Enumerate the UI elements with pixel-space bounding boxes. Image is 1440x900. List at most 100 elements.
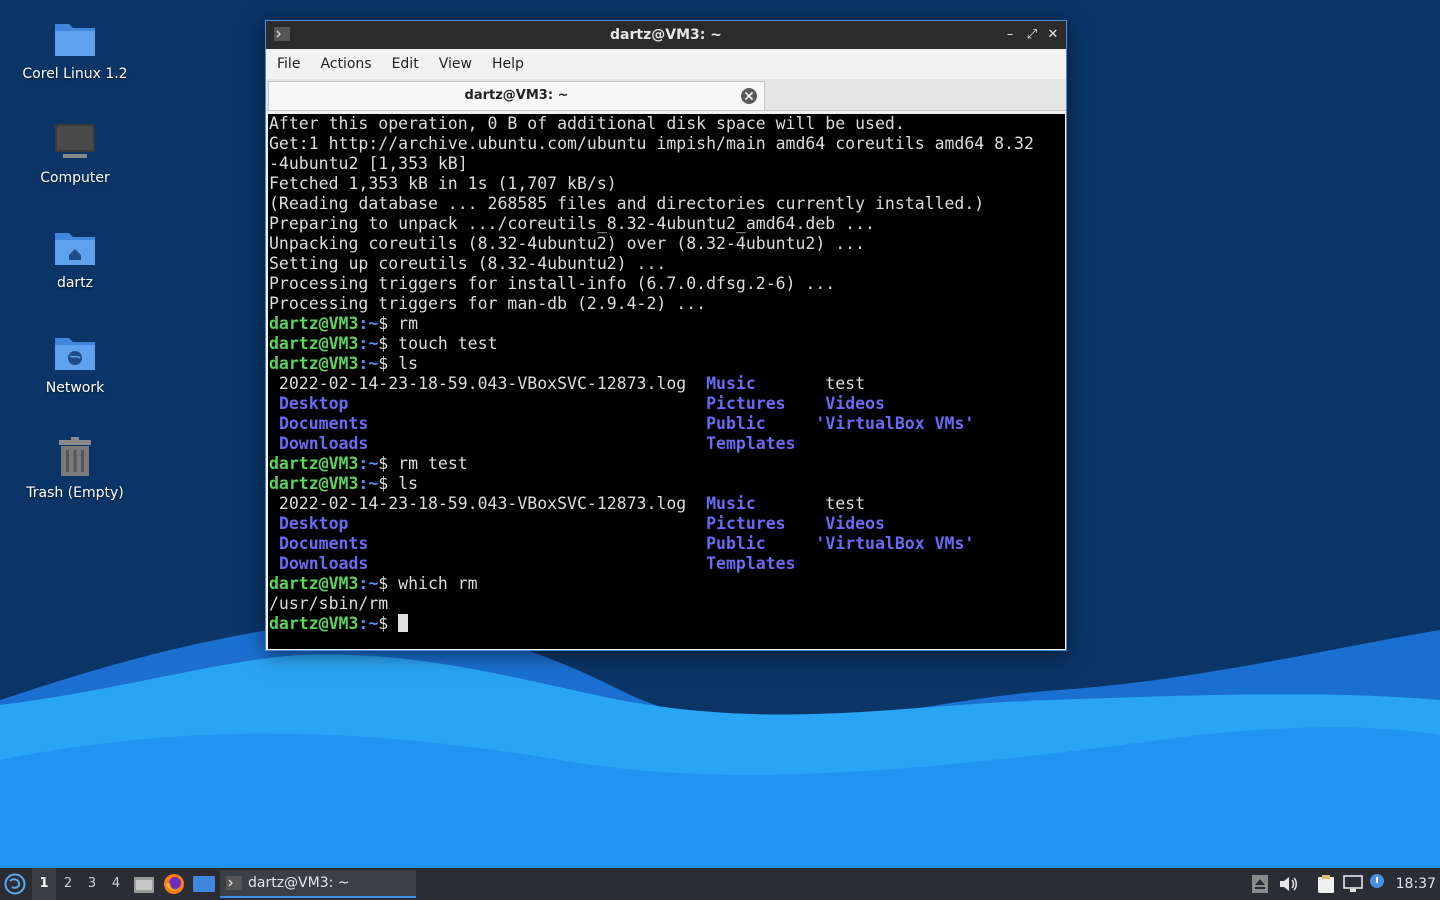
eject-icon[interactable] [1252, 875, 1268, 893]
firefox-icon[interactable] [163, 873, 185, 895]
terminal-text: Pictures [706, 394, 786, 413]
terminal-text: dartz@VM3 [269, 354, 359, 373]
desktop-icon-label: dartz [56, 275, 94, 291]
terminal-line: dartz@VM3:~$ rm test [269, 454, 1065, 474]
terminal-text: Downloads [278, 554, 369, 573]
terminal-line: Downloads Templates [269, 434, 1065, 454]
terminal-line: /usr/sbin/rm [269, 594, 1065, 614]
terminal-text: Documents [278, 534, 369, 553]
terminal-text: :~ [358, 614, 379, 633]
terminal-text: Documents [278, 414, 369, 433]
desktop-icon-label: Computer [40, 170, 110, 186]
terminal-text: Preparing to unpack .../coreutils_8.32-4… [269, 214, 875, 233]
terminal-text: $ ls [378, 474, 419, 493]
terminal-text: Public [706, 414, 766, 433]
desktop-icon-computer[interactable]: Computer [15, 120, 135, 186]
terminal-text: :~ [358, 314, 379, 333]
terminal-line: Fetched 1,353 kB in 1s (1,707 kB/s) [269, 174, 1065, 194]
start-menu-icon[interactable] [4, 873, 26, 895]
workspace-2[interactable]: 2 [56, 868, 80, 900]
terminal-line: dartz@VM3:~$ rm [269, 314, 1065, 334]
terminal-text: :~ [358, 334, 379, 353]
desktop-icon-corel-linux[interactable]: Corel Linux 1.2 [15, 16, 135, 82]
workspace-4[interactable]: 4 [104, 868, 128, 900]
menu-bar: File Actions Edit View Help [266, 49, 1066, 79]
show-desktop-icon[interactable] [193, 875, 215, 893]
terminal-line: -4ubuntu2 [1,353 kB] [269, 154, 1065, 174]
terminal-text: :~ [358, 474, 379, 493]
minimize-button[interactable]: – [1000, 21, 1020, 49]
terminal-line: 2022-02-14-23-18-59.043-VBoxSVC-12873.lo… [269, 494, 1065, 514]
desktop-icon-network[interactable]: Network [15, 330, 135, 396]
terminal-text: dartz@VM3 [269, 574, 359, 593]
menu-actions[interactable]: Actions [313, 49, 378, 79]
notification-icon[interactable] [1369, 873, 1385, 889]
desktop-icon-trash[interactable]: Trash (Empty) [15, 435, 135, 501]
menu-edit[interactable]: Edit [385, 49, 426, 79]
terminal-text: $ touch test [378, 334, 498, 353]
terminal-line: dartz@VM3:~$ touch test [269, 334, 1065, 354]
workspace-1[interactable]: 1 [32, 868, 56, 900]
folder-icon [55, 24, 95, 56]
terminal-text: Unpacking coreutils (8.32-4ubuntu2) over… [269, 234, 866, 253]
terminal-text: test [755, 374, 866, 393]
terminal-text: /usr/sbin/rm [269, 594, 389, 613]
terminal-line: Desktop Pictures Videos [269, 394, 1065, 414]
close-button[interactable]: ✕ [1043, 21, 1063, 49]
network-status-icon[interactable] [1343, 875, 1363, 893]
terminal-line: Processing triggers for install-info (6.… [269, 274, 1065, 294]
terminal-text: After this operation, 0 B of additional … [269, 114, 905, 133]
trash-icon [59, 437, 91, 476]
menu-view[interactable]: View [432, 49, 479, 79]
taskbar-item-terminal[interactable]: dartz@VM3: ~ [220, 870, 416, 898]
terminal-text: Music [706, 374, 756, 393]
terminal-line: Desktop Pictures Videos [269, 514, 1065, 534]
terminal-text: 2022-02-14-23-18-59.043-VBoxSVC-12873.lo… [269, 494, 707, 513]
computer-icon [55, 124, 95, 158]
clock[interactable]: 18:37 [1396, 868, 1436, 900]
terminal-line: dartz@VM3:~$ [269, 614, 1065, 634]
terminal-window: dartz@VM3: ~ – ⤢ ✕ File Actions Edit Vie… [265, 20, 1067, 651]
menu-file[interactable]: File [270, 49, 307, 79]
terminal-output[interactable]: After this operation, 0 B of additional … [268, 114, 1065, 649]
terminal-text: dartz@VM3 [269, 614, 359, 633]
terminal-text: Music [706, 494, 756, 513]
terminal-text: 'VirtualBox VMs' [815, 414, 975, 433]
terminal-cursor [398, 614, 409, 632]
clipboard-icon[interactable] [1316, 874, 1336, 894]
close-tab-icon[interactable] [740, 87, 758, 105]
terminal-text: :~ [358, 354, 379, 373]
terminal-text: $ ls [378, 354, 419, 373]
terminal-text: 2022-02-14-23-18-59.043-VBoxSVC-12873.lo… [269, 374, 707, 393]
terminal-text: :~ [358, 454, 379, 473]
terminal-text: $ [378, 614, 399, 633]
tab-terminal[interactable]: dartz@VM3: ~ [268, 81, 765, 110]
terminal-text: Processing triggers for man-db (2.9.4-2)… [269, 294, 707, 313]
desktop-icon-label: Corel Linux 1.2 [22, 66, 128, 82]
workspace-3[interactable]: 3 [80, 868, 104, 900]
volume-icon[interactable] [1279, 875, 1299, 893]
window-titlebar[interactable]: dartz@VM3: ~ – ⤢ ✕ [266, 21, 1066, 49]
terminal-text: Videos [825, 394, 885, 413]
maximize-button[interactable]: ⤢ [1022, 21, 1042, 49]
terminal-line: Preparing to unpack .../coreutils_8.32-4… [269, 214, 1065, 234]
terminal-text: $ which rm [378, 574, 478, 593]
menu-help[interactable]: Help [485, 49, 531, 79]
desktop-icon-home[interactable]: dartz [15, 225, 135, 291]
terminal-text: Templates [706, 554, 796, 573]
taskbar: 1 2 3 4 dartz@VM3: ~ 18:37 [0, 868, 1440, 900]
terminal-text: Public [706, 534, 766, 553]
terminal-text: Desktop [278, 514, 349, 533]
terminal-text: Get:1 http://archive.ubuntu.com/ubuntu i… [269, 134, 1034, 153]
file-manager-icon[interactable] [134, 875, 154, 893]
terminal-line: dartz@VM3:~$ which rm [269, 574, 1065, 594]
terminal-line: After this operation, 0 B of additional … [269, 114, 1065, 134]
terminal-text: dartz@VM3 [269, 474, 359, 493]
terminal-text: 'VirtualBox VMs' [815, 534, 975, 553]
